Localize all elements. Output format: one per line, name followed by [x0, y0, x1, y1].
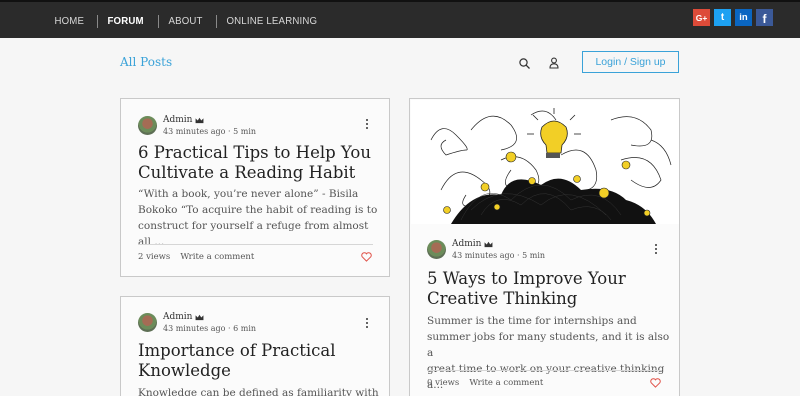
read-time: 6 min [233, 324, 257, 333]
nav-home[interactable]: HOME [48, 15, 91, 27]
lightbulbs-illustration [430, 108, 672, 224]
post-title-line: Importance of Practical [138, 341, 336, 360]
post-title[interactable]: 6 Practical Tips to Help You Cultivate a… [138, 143, 378, 183]
user-icon[interactable] [547, 56, 561, 70]
excerpt-line: construct for yourself a refuge from alm… [138, 220, 369, 248]
nav-online-learning[interactable]: ONLINE LEARNING [220, 15, 324, 27]
nav-forum[interactable]: FORUM [101, 15, 150, 27]
avatar[interactable] [427, 240, 446, 259]
post-title-line: 6 Practical Tips to Help You [138, 143, 371, 162]
post-card[interactable]: Admin 43 minutes ago · 6 min Importance … [120, 296, 390, 396]
heart-icon[interactable] [650, 378, 661, 388]
post-card[interactable]: Admin 43 minutes ago · 5 min 6 Practical… [120, 98, 390, 277]
post-author: Admin 43 minutes ago · 5 min [138, 115, 256, 136]
all-posts-link[interactable]: All Posts [120, 55, 172, 69]
post-title-line: Knowledge [138, 361, 231, 380]
divider [427, 370, 662, 371]
more-options-icon[interactable] [365, 318, 369, 330]
excerpt-line: Bokoko “To acquire the habit of reading … [138, 204, 378, 216]
post-author: Admin 43 minutes ago · 6 min [138, 312, 256, 333]
post-author: Admin 43 minutes ago · 5 min [427, 239, 545, 260]
post-cover-image[interactable] [411, 100, 679, 224]
linkedin-icon[interactable]: in [735, 9, 752, 26]
post-title-line: 5 Ways to Improve Your [427, 269, 626, 288]
crown-icon [485, 241, 493, 247]
divider [138, 244, 373, 245]
post-time: 43 minutes ago [452, 251, 515, 260]
excerpt-line: summer jobs for many students, and it is… [427, 331, 670, 359]
facebook-icon[interactable]: f [756, 9, 773, 26]
search-icon[interactable] [518, 57, 532, 71]
post-stats: 2 views Write a comment [138, 252, 254, 262]
nav-about[interactable]: ABOUT [162, 15, 209, 27]
twitter-icon[interactable]: t [714, 9, 731, 26]
post-card[interactable]: Admin 43 minutes ago · 5 min 5 Ways to I… [409, 98, 680, 396]
main-nav: HOME FORUM ABOUT ONLINE LEARNING [48, 2, 333, 40]
post-excerpt: “With a book, you’re never alone” - Bisi… [138, 186, 383, 250]
post-excerpt: Knowledge can be defined as familiarity … [138, 385, 383, 396]
nav-separator [215, 14, 217, 28]
heart-icon[interactable] [361, 252, 372, 262]
post-title[interactable]: 5 Ways to Improve Your Creative Thinking [427, 269, 667, 309]
views-count: 0 views [427, 378, 460, 388]
post-time: 43 minutes ago [163, 324, 226, 333]
author-name[interactable]: Admin [163, 115, 192, 125]
google-plus-icon[interactable]: G+ [693, 9, 710, 26]
read-time: 5 min [522, 251, 546, 260]
author-name[interactable]: Admin [163, 312, 192, 322]
top-nav-bar: HOME FORUM ABOUT ONLINE LEARNING G+ t in… [0, 0, 800, 38]
more-options-icon[interactable] [654, 244, 658, 256]
excerpt-line: great time to work on your creative thin… [427, 363, 665, 391]
more-options-icon[interactable] [365, 119, 369, 131]
nav-separator [97, 14, 99, 28]
excerpt-line: Summer is the time for internships and [427, 315, 637, 327]
post-title-line: Cultivate a Reading Habit [138, 163, 356, 182]
login-signup-button[interactable]: Login / Sign up [582, 51, 679, 73]
social-links: G+ t in f [693, 9, 773, 26]
write-comment-link[interactable]: Write a comment [469, 378, 543, 388]
post-stats: 0 views Write a comment [427, 378, 543, 388]
views-count: 2 views [138, 252, 171, 262]
avatar[interactable] [138, 116, 157, 135]
post-title[interactable]: Importance of Practical Knowledge [138, 341, 378, 381]
read-time: 5 min [233, 127, 257, 136]
excerpt-line: Knowledge can be defined as familiarity … [138, 387, 379, 396]
excerpt-line: “With a book, you’re never alone” - Bisi… [138, 188, 359, 200]
post-title-line: Creative Thinking [427, 289, 578, 308]
nav-separator [157, 14, 159, 28]
avatar[interactable] [138, 313, 157, 332]
write-comment-link[interactable]: Write a comment [180, 252, 254, 262]
crown-icon [196, 314, 204, 320]
author-name[interactable]: Admin [452, 239, 481, 249]
post-time: 43 minutes ago [163, 127, 226, 136]
crown-icon [196, 117, 204, 123]
